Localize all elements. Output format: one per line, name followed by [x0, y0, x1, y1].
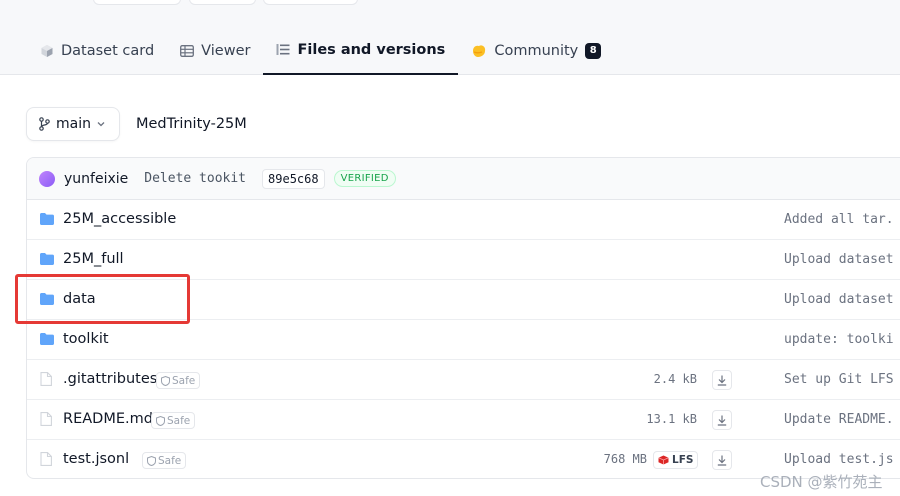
download-button[interactable] — [712, 370, 732, 390]
folder-icon — [40, 333, 54, 345]
viewer-table-icon — [180, 44, 195, 57]
file-size: 2.4 kB — [653, 372, 697, 386]
chevron-down-icon — [97, 122, 105, 127]
tab-label: Viewer — [201, 42, 251, 59]
lfs-icon — [658, 455, 669, 465]
tab-label: Files and versions — [297, 41, 446, 58]
file-name[interactable]: 25M_full — [63, 251, 124, 267]
safe-label: Safe — [172, 374, 196, 387]
file-icon — [40, 372, 52, 386]
tab-dataset-card[interactable]: Dataset card — [40, 26, 167, 75]
download-button[interactable] — [712, 410, 732, 430]
file-name[interactable]: data — [63, 291, 96, 307]
avatar[interactable] — [39, 170, 55, 187]
commit-hash[interactable]: 89e5c68 — [262, 168, 325, 189]
commit-message[interactable]: Upload dataset — [784, 252, 894, 267]
table-row[interactable]: 25M_full Upload dataset — [27, 240, 900, 280]
tab-viewer[interactable]: Viewer — [167, 26, 263, 75]
safe-label: Safe — [167, 414, 191, 427]
header-button-remnant[interactable] — [93, 0, 181, 5]
file-name[interactable]: 25M_accessible — [63, 211, 176, 227]
download-icon — [717, 415, 727, 426]
file-table: yunfeixie Delete tookit 89e5c68 VERIFIED… — [26, 157, 900, 479]
branch-name: main — [56, 116, 91, 132]
lfs-label: LFS — [672, 454, 694, 466]
download-icon — [717, 375, 727, 386]
file-icon — [40, 452, 52, 466]
folder-icon — [40, 213, 54, 225]
file-size: 768 MB — [603, 452, 647, 466]
tab-label: Dataset card — [61, 42, 155, 59]
file-name[interactable]: .gitattributes — [63, 371, 157, 387]
last-commit-row: yunfeixie Delete tookit 89e5c68 VERIFIED — [27, 158, 900, 200]
commit-message[interactable]: Update README. — [784, 412, 894, 427]
file-name[interactable]: toolkit — [63, 331, 109, 347]
dataset-card-icon — [41, 44, 53, 57]
file-name[interactable]: test.jsonl — [63, 451, 129, 467]
tab-label: Community — [494, 42, 579, 59]
file-name[interactable]: README.md — [63, 411, 153, 427]
folder-icon — [40, 293, 54, 305]
tab-files-and-versions[interactable]: Files and versions — [263, 26, 459, 75]
shield-icon — [147, 455, 156, 466]
header-button-remnant[interactable] — [263, 0, 358, 5]
community-icon — [473, 44, 486, 57]
lfs-badge: LFS — [653, 451, 699, 469]
commit-message[interactable]: Set up Git LFS — [784, 372, 894, 387]
table-row[interactable]: data Upload dataset — [27, 280, 900, 320]
repo-name: MedTrinity-25M — [136, 116, 247, 132]
watermark: CSDN @紫竹苑主 — [760, 473, 883, 491]
header-button-remnant[interactable] — [189, 0, 256, 5]
table-row[interactable]: 25M_accessible Added all tar. — [27, 200, 900, 240]
tab-community[interactable]: Community 8 — [458, 26, 614, 75]
table-row[interactable]: README.md Safe 13.1 kB Update README. — [27, 400, 900, 440]
repo-tabs: Dataset card Viewer Files and versions C… — [40, 26, 614, 75]
file-size: 13.1 kB — [646, 412, 697, 426]
file-icon — [40, 412, 52, 426]
shield-icon — [156, 415, 165, 426]
verified-badge: VERIFIED — [333, 170, 396, 187]
download-icon — [717, 455, 727, 466]
commit-message[interactable]: Delete tookit — [144, 171, 246, 186]
safe-badge: Safe — [151, 412, 196, 429]
branch-icon — [39, 117, 50, 131]
commit-message[interactable]: update: toolki — [784, 332, 894, 347]
safe-label: Safe — [158, 454, 182, 467]
files-versions-icon — [276, 44, 290, 55]
commit-message[interactable]: Upload test.js — [784, 452, 894, 467]
branch-selector-button[interactable]: main — [26, 107, 120, 141]
commit-message[interactable]: Upload dataset — [784, 292, 894, 307]
table-row[interactable]: toolkit update: toolki — [27, 320, 900, 360]
download-button[interactable] — [712, 450, 732, 470]
community-count-badge: 8 — [585, 42, 602, 59]
commit-message[interactable]: Added all tar. — [784, 212, 894, 227]
shield-icon — [161, 375, 170, 386]
table-row[interactable]: .gitattributes Safe 2.4 kB Set up Git LF… — [27, 360, 900, 400]
safe-badge: Safe — [142, 452, 187, 469]
commit-author[interactable]: yunfeixie — [64, 171, 128, 187]
folder-icon — [40, 253, 54, 265]
safe-badge: Safe — [156, 372, 201, 389]
